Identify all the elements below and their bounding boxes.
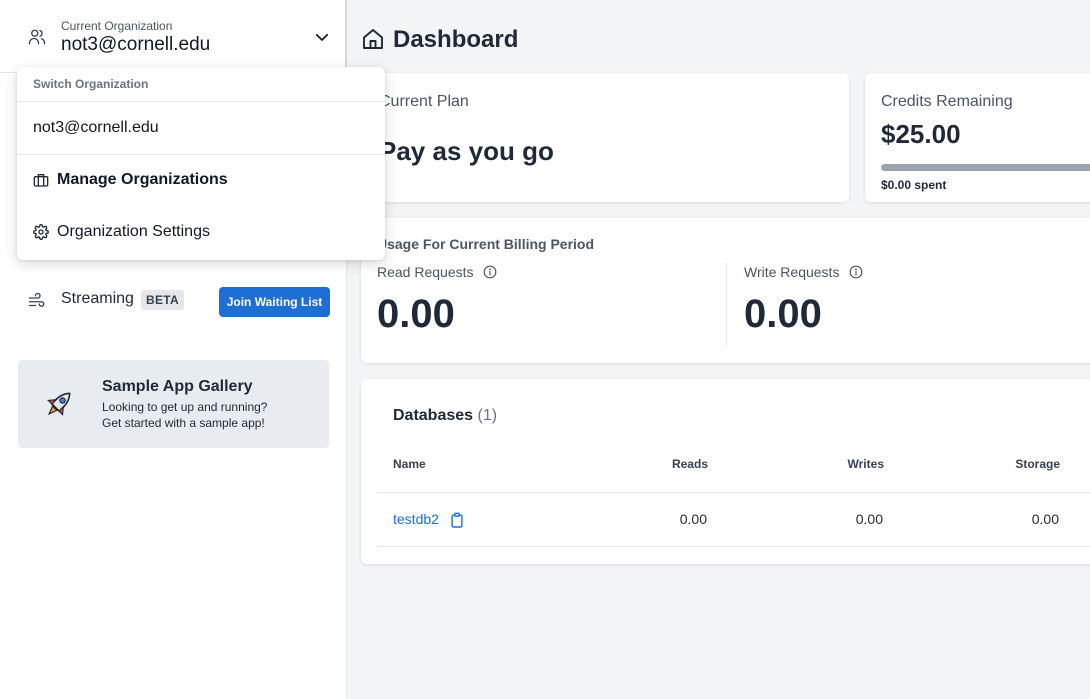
beta-badge: BETA bbox=[141, 290, 184, 310]
gallery-description-line-2: Get started with a sample app! bbox=[102, 416, 265, 430]
info-icon[interactable] bbox=[849, 265, 863, 284]
credits-progress-fill bbox=[881, 164, 1090, 171]
databases-card: Databases (1) Name Reads Writes Storage … bbox=[361, 379, 1090, 564]
credits-caption: Credits Remaining bbox=[881, 93, 1013, 110]
org-caption: Current Organization bbox=[61, 19, 173, 33]
gear-icon bbox=[33, 224, 49, 245]
streaming-label: Streaming bbox=[61, 290, 134, 307]
rocket-icon bbox=[42, 387, 76, 426]
write-requests-label: Write Requests bbox=[744, 264, 840, 280]
credits-spent: $0.00 spent bbox=[881, 178, 947, 192]
credits-amount: $25.00 bbox=[881, 119, 961, 149]
databases-title: Databases (1) bbox=[393, 407, 497, 425]
usage-card: Usage For Current Billing Period Read Re… bbox=[361, 218, 1090, 363]
plan-caption: Current Plan bbox=[379, 93, 469, 110]
org-switcher[interactable]: Current Organization not3@cornell.edu bbox=[0, 0, 347, 73]
app-root: Current Organization not3@cornell.edu St… bbox=[0, 0, 1090, 699]
organization-settings-label: Organization Settings bbox=[57, 223, 210, 240]
databases-title-text: Databases bbox=[393, 407, 474, 424]
manage-organizations-item[interactable]: Manage Organizations bbox=[17, 155, 385, 207]
streaming-icon bbox=[28, 292, 46, 314]
usage-caption: Usage For Current Billing Period bbox=[377, 236, 595, 252]
page-title: Dashboard bbox=[393, 26, 519, 53]
join-waiting-list-button[interactable]: Join Waiting List bbox=[219, 287, 330, 317]
read-requests-metric: Read Requests 0.00 bbox=[377, 264, 497, 336]
database-reads-cell: 0.00 bbox=[679, 511, 707, 527]
column-header-name: Name bbox=[393, 457, 426, 471]
gallery-description-line-1: Looking to get up and running? bbox=[102, 400, 268, 414]
organization-settings-item[interactable]: Organization Settings bbox=[17, 207, 385, 259]
databases-count: (1) bbox=[477, 407, 498, 424]
clipboard-icon[interactable] bbox=[450, 512, 464, 533]
database-writes-cell: 0.00 bbox=[855, 511, 883, 527]
credits-progress-bar bbox=[881, 164, 1090, 171]
database-storage-cell: 0.00 bbox=[1031, 511, 1059, 527]
briefcase-icon bbox=[33, 172, 49, 193]
current-plan-card: Current Plan Pay as you go bbox=[361, 73, 849, 202]
org-name: not3@cornell.edu bbox=[61, 34, 211, 55]
column-header-writes: Writes bbox=[847, 457, 884, 471]
gallery-title: Sample App Gallery bbox=[102, 378, 253, 395]
metric-divider bbox=[726, 263, 727, 346]
database-link-testdb2[interactable]: testdb2 bbox=[393, 511, 439, 527]
write-requests-metric: Write Requests 0.00 bbox=[744, 264, 863, 336]
people-icon bbox=[28, 28, 46, 51]
plan-value: Pay as you go bbox=[379, 136, 554, 166]
table-row-divider bbox=[377, 546, 1090, 547]
credits-card: Credits Remaining $25.00 $0.00 spent bbox=[865, 73, 1090, 202]
sample-app-gallery-card[interactable]: Sample App Gallery Looking to get up and… bbox=[18, 360, 329, 448]
dropdown-header: Switch Organization bbox=[17, 67, 385, 102]
chevron-down-icon[interactable] bbox=[313, 28, 331, 51]
dropdown-org-option[interactable]: not3@cornell.edu bbox=[17, 102, 385, 155]
table-header-divider bbox=[377, 492, 1090, 493]
write-requests-value: 0.00 bbox=[744, 292, 822, 336]
info-icon[interactable] bbox=[483, 265, 497, 284]
organization-dropdown: Switch Organization not3@cornell.edu Man… bbox=[17, 67, 385, 260]
home-icon bbox=[361, 26, 385, 57]
streaming-item: Streaming BETA Join Waiting List bbox=[28, 286, 333, 318]
main-content: Dashboard Current Plan Pay as you go Cre… bbox=[347, 0, 1090, 699]
column-header-storage: Storage bbox=[1015, 457, 1060, 471]
column-header-reads: Reads bbox=[671, 457, 708, 471]
read-requests-label: Read Requests bbox=[377, 264, 474, 280]
manage-organizations-label: Manage Organizations bbox=[57, 171, 228, 188]
read-requests-value: 0.00 bbox=[377, 292, 455, 336]
